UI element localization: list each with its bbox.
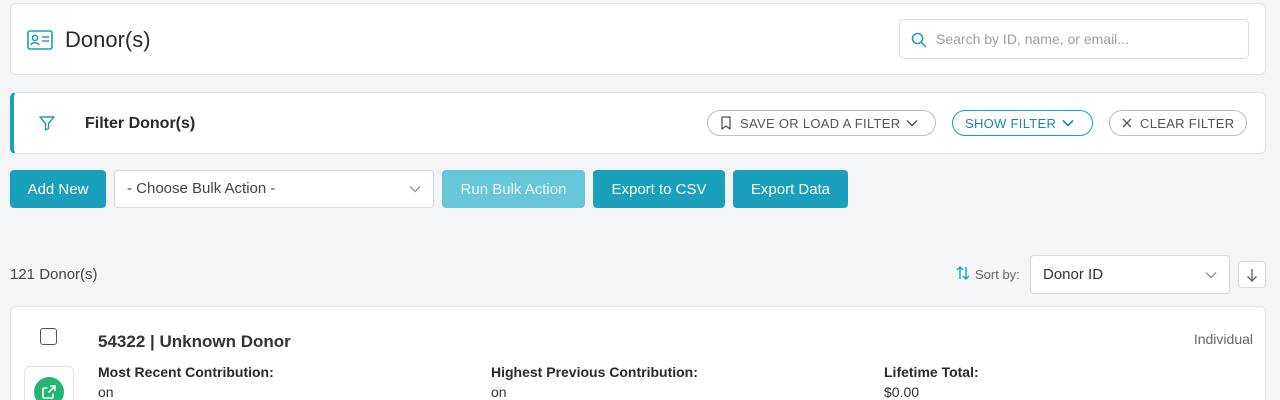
chevron-down-icon xyxy=(1205,272,1217,279)
bulk-action-select[interactable]: - Choose Bulk Action - xyxy=(114,170,434,208)
sort-by-value: Donor ID xyxy=(1043,266,1104,283)
filter-bar: Filter Donor(s) SAVE OR LOAD A FILTER SH… xyxy=(10,92,1266,154)
highest-previous-label: Highest Previous Contribution: xyxy=(491,364,698,380)
lifetime-total-label: Lifetime Total: xyxy=(884,364,979,380)
funnel-icon xyxy=(39,116,55,131)
external-link-icon xyxy=(34,377,64,400)
sort-arrows-icon xyxy=(956,266,970,280)
sort-direction-button[interactable] xyxy=(1238,261,1266,288)
most-recent-label: Most Recent Contribution: xyxy=(98,364,274,380)
bookmark-icon xyxy=(721,116,731,130)
bulk-action-value: - Choose Bulk Action - xyxy=(127,180,276,197)
page-title: Donor(s) xyxy=(65,27,151,52)
clear-filter-label: CLEAR FILTER xyxy=(1140,115,1235,131)
run-bulk-action-button[interactable]: Run Bulk Action xyxy=(442,170,585,208)
save-load-filter-button[interactable]: SAVE OR LOAD A FILTER xyxy=(707,110,936,136)
show-filter-button[interactable]: SHOW FILTER xyxy=(952,110,1093,136)
search-box[interactable] xyxy=(899,19,1249,59)
chevron-down-icon xyxy=(409,186,421,193)
filter-title: Filter Donor(s) xyxy=(85,115,196,132)
save-load-filter-label: SAVE OR LOAD A FILTER xyxy=(740,115,901,131)
search-icon xyxy=(911,32,927,48)
id-card-icon xyxy=(27,30,53,50)
sort-by-label: Sort by: xyxy=(975,267,1020,282)
page-header: Donor(s) xyxy=(10,3,1266,75)
chevron-down-icon xyxy=(906,119,918,127)
lifetime-total-value: $0.00 xyxy=(884,384,920,400)
donor-checkbox[interactable] xyxy=(40,328,57,345)
export-csv-button[interactable]: Export to CSV xyxy=(593,170,725,208)
donor-card: 54322 | Unknown Donor Individual Most Re… xyxy=(10,306,1266,400)
close-icon xyxy=(1122,118,1132,128)
add-new-button[interactable]: Add New xyxy=(10,170,106,208)
clear-filter-button[interactable]: CLEAR FILTER xyxy=(1109,110,1247,136)
show-filter-label: SHOW FILTER xyxy=(965,115,1057,131)
search-input[interactable] xyxy=(936,20,1236,58)
donor-title[interactable]: 54322 | Unknown Donor xyxy=(98,332,291,352)
sort-by-select[interactable]: Donor ID xyxy=(1030,255,1230,294)
arrow-down-icon xyxy=(1247,268,1257,282)
most-recent-value: on xyxy=(98,384,114,400)
donor-count: 121 Donor(s) xyxy=(10,266,98,283)
highest-previous-value: on xyxy=(491,384,507,400)
chevron-down-icon xyxy=(1062,119,1074,127)
export-data-button[interactable]: Export Data xyxy=(733,170,848,208)
open-donor-button[interactable] xyxy=(24,366,74,400)
donor-type: Individual xyxy=(1193,331,1253,347)
